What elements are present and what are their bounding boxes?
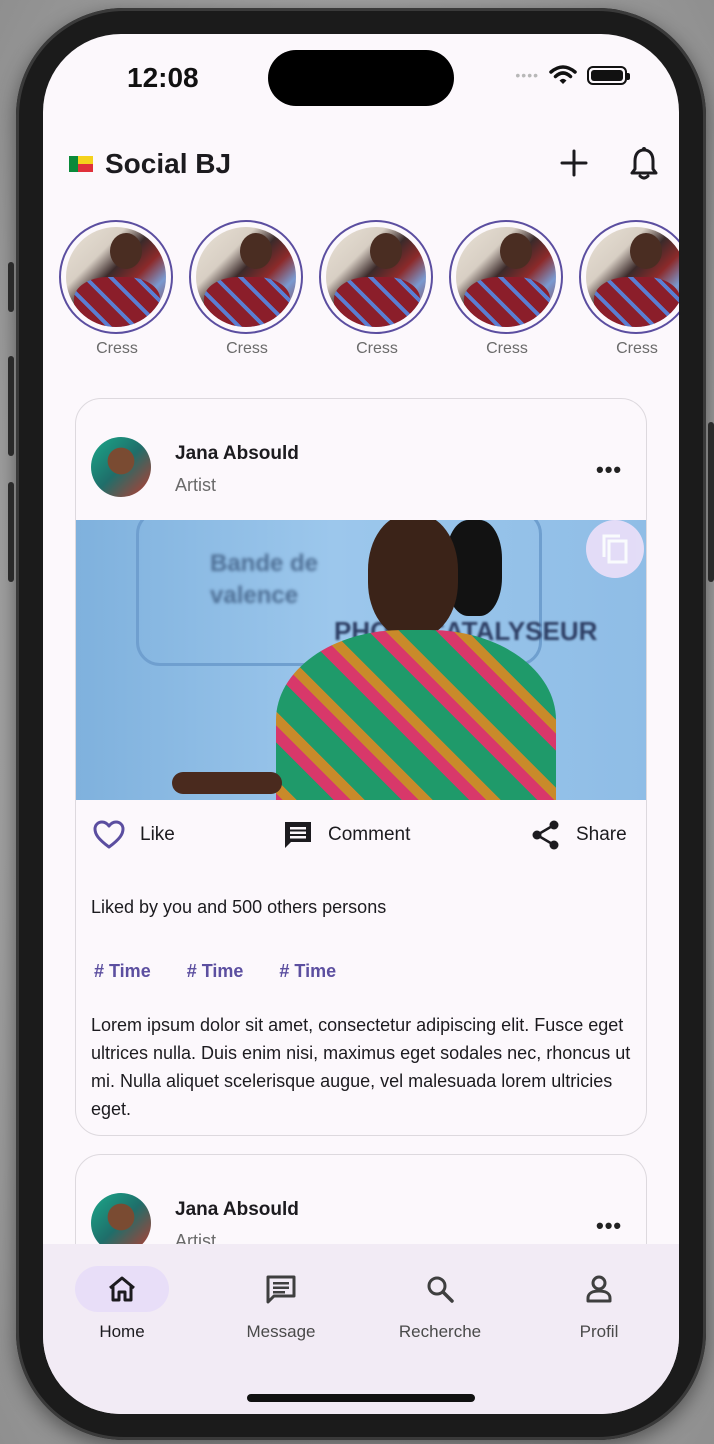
plus-icon xyxy=(560,149,588,177)
share-button[interactable]: Share xyxy=(530,819,627,851)
story-item[interactable]: Cress xyxy=(189,220,305,358)
photo-hand xyxy=(172,772,282,794)
story-ring xyxy=(59,220,173,334)
home-icon xyxy=(109,1276,135,1302)
story-item[interactable]: Cress xyxy=(449,220,565,358)
bottom-navigation: Home Message Recherche Profil xyxy=(43,1244,679,1414)
story-name: Cress xyxy=(616,340,658,357)
nav-icon-container xyxy=(234,1266,328,1312)
story-avatar xyxy=(66,227,166,327)
nav-label: Profil xyxy=(579,1322,619,1341)
nav-active-indicator xyxy=(75,1266,169,1312)
nav-search[interactable]: Recherche xyxy=(380,1266,500,1342)
post-body: Lorem ipsum dolor sit amet, consectetur … xyxy=(91,1015,631,1119)
signal-icon: •••• xyxy=(515,67,539,83)
post-card: Jana Absould Artist ••• Bande de valence… xyxy=(75,398,647,1136)
notifications-button[interactable] xyxy=(627,146,661,182)
dynamic-island xyxy=(268,50,454,106)
story-name: Cress xyxy=(356,340,398,357)
nav-label: Home xyxy=(99,1322,145,1341)
hashtag-link[interactable]: # Time xyxy=(279,961,336,982)
story-ring xyxy=(579,220,679,334)
story-avatar xyxy=(196,227,296,327)
story-avatar xyxy=(586,227,679,327)
status-icons: •••• xyxy=(515,64,630,86)
nav-profile[interactable]: Profil xyxy=(539,1266,659,1342)
person-icon xyxy=(586,1275,612,1303)
stories-row: Cress Cress Cress Cress Cress xyxy=(59,220,679,358)
search-icon xyxy=(427,1276,454,1303)
mute-switch xyxy=(8,262,14,312)
nav-icon-container xyxy=(552,1266,646,1312)
app-bar: Social BJ xyxy=(43,134,679,196)
story-name: Cress xyxy=(226,340,268,357)
likes-summary[interactable]: Liked by you and 500 others persons xyxy=(91,897,386,918)
more-options-button[interactable]: ••• xyxy=(596,1213,622,1239)
power-button xyxy=(708,422,714,582)
nav-label: Recherche xyxy=(398,1322,482,1341)
comment-label: Comment xyxy=(328,824,411,845)
volume-down-button xyxy=(8,482,14,582)
slide-text: Bande de xyxy=(210,550,319,577)
author-name[interactable]: Jana Absould xyxy=(175,443,299,465)
story-avatar xyxy=(326,227,426,327)
battery-icon xyxy=(587,65,630,85)
story-name: Cress xyxy=(96,340,138,357)
comment-icon xyxy=(285,822,311,848)
bell-icon xyxy=(630,147,658,180)
app-title: Social BJ xyxy=(105,148,232,179)
add-post-button[interactable] xyxy=(557,146,591,180)
author-role: Artist xyxy=(175,475,217,495)
hashtag-link[interactable]: # Time xyxy=(187,961,244,982)
benin-flag-icon xyxy=(69,156,93,172)
copy-icon xyxy=(602,534,628,564)
heart-icon xyxy=(93,820,125,849)
story-item[interactable]: Cress xyxy=(319,220,435,358)
share-label: Share xyxy=(576,824,627,845)
story-avatar xyxy=(456,227,556,327)
story-ring xyxy=(449,220,563,334)
multi-image-button[interactable] xyxy=(586,520,644,578)
nav-icon-container xyxy=(393,1266,487,1312)
like-label: Like xyxy=(140,824,175,845)
app-screen: 12:08 •••• Social BJ Cress Cress Cress C… xyxy=(43,34,679,1414)
volume-up-button xyxy=(8,356,14,456)
more-options-button[interactable]: ••• xyxy=(596,457,622,483)
story-item[interactable]: Cress xyxy=(579,220,679,358)
hashtag-link[interactable]: # Time xyxy=(94,961,151,982)
hashtags: # Time # Time # Time xyxy=(94,961,336,982)
like-button[interactable]: Like xyxy=(92,819,175,851)
wifi-icon xyxy=(549,65,577,84)
author-name[interactable]: Jana Absould xyxy=(175,1199,299,1221)
more-horiz-icon: ••• xyxy=(596,457,623,482)
author-avatar[interactable] xyxy=(91,437,151,497)
more-horiz-icon: ••• xyxy=(596,1213,623,1238)
nav-message[interactable]: Message xyxy=(221,1266,341,1342)
photo-body xyxy=(276,630,556,800)
story-item[interactable]: Cress xyxy=(59,220,175,358)
story-ring xyxy=(189,220,303,334)
nav-label: Message xyxy=(246,1322,316,1341)
share-icon xyxy=(532,820,559,850)
slide-text: valence xyxy=(210,582,299,609)
message-icon xyxy=(266,1275,296,1304)
photo-head xyxy=(368,520,458,638)
comment-button[interactable]: Comment xyxy=(282,819,410,851)
story-ring xyxy=(319,220,433,334)
post-actions: Like Comment Share xyxy=(76,819,646,875)
home-indicator xyxy=(247,1394,475,1402)
nav-home[interactable]: Home xyxy=(62,1266,182,1342)
story-name: Cress xyxy=(486,340,528,357)
status-time: 12:08 xyxy=(127,62,199,93)
post-image[interactable]: Bande de valence PHOTOCATALYSEUR xyxy=(76,520,646,800)
